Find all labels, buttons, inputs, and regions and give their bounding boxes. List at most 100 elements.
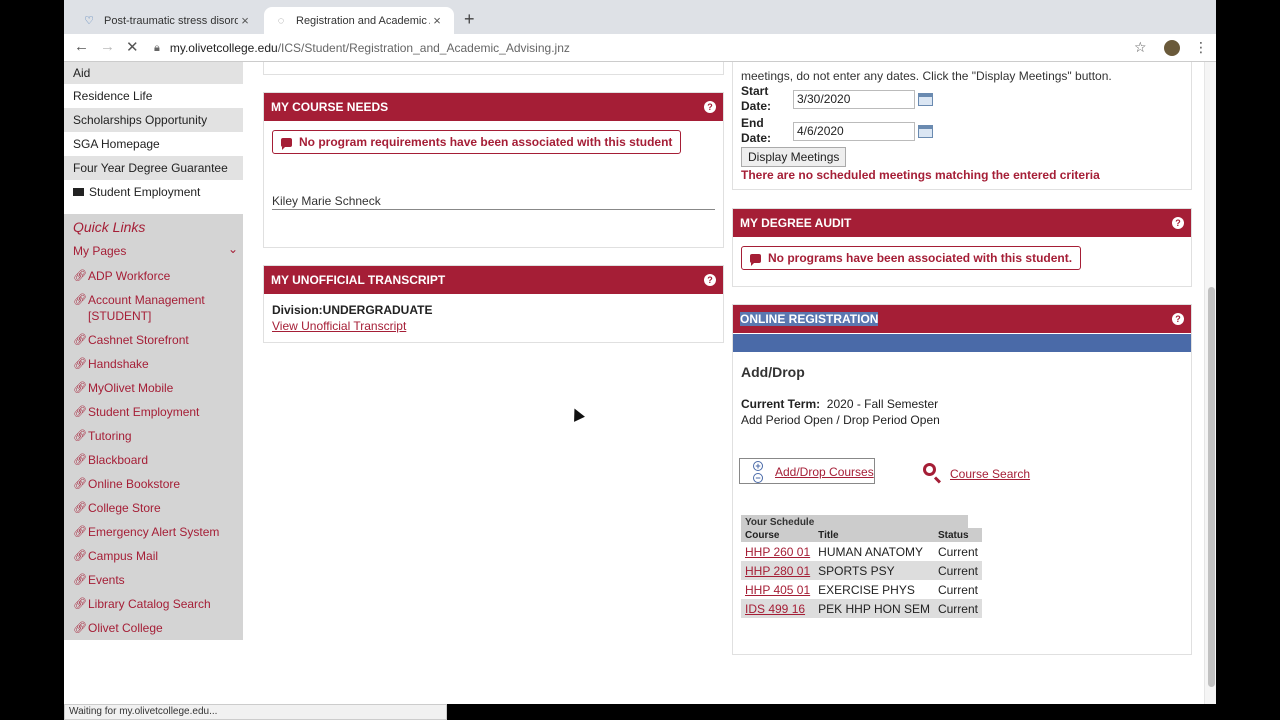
bookmark-star-icon[interactable]: ☆ xyxy=(1134,39,1147,56)
degree-audit-alert: No programs have been associated with th… xyxy=(741,246,1082,270)
sidebar-item-label: Four Year Degree Guarantee xyxy=(73,161,228,175)
browser-menu-icon[interactable]: ⋮ xyxy=(1194,39,1208,56)
end-date-input[interactable]: 4/6/2020 xyxy=(793,122,915,141)
transcript-panel: MY UNOFFICIAL TRANSCRIPT ? Division:UNDE… xyxy=(263,265,724,343)
quick-link-cashnet[interactable]: 🔗︎Cashnet Storefront xyxy=(73,332,238,348)
quick-link-emergency-alert[interactable]: 🔗︎Emergency Alert System xyxy=(73,524,238,540)
profile-avatar[interactable] xyxy=(1164,40,1180,56)
schedule-title: Your Schedule xyxy=(745,517,815,528)
course-needs-panel: MY COURSE NEEDS ? No program requirement… xyxy=(263,92,724,248)
quick-link-tutoring[interactable]: 🔗︎Tutoring xyxy=(73,428,238,444)
quick-link-account-management[interactable]: 🔗︎Account Management [STUDENT] xyxy=(73,292,238,324)
sidebar-item-aid[interactable]: Aid xyxy=(64,62,243,84)
quick-link-olivet-college[interactable]: 🔗︎Olivet College xyxy=(73,620,238,636)
course-status: Current xyxy=(937,544,978,559)
new-tab-plus-icon[interactable]: + xyxy=(464,9,475,30)
current-term-row: Current Term: 2020 - Fall Semester xyxy=(741,397,938,411)
quick-link-label: Emergency Alert System xyxy=(88,525,220,539)
schedule-table: Your Schedule Course Title Status HHP 26… xyxy=(741,515,982,618)
link-icon: 🔗︎ xyxy=(73,502,87,514)
start-date-label: Start Date: xyxy=(741,84,772,113)
quick-link-student-employment[interactable]: 🔗︎Student Employment xyxy=(73,404,238,420)
quick-link-campus-mail[interactable]: 🔗︎Campus Mail xyxy=(73,548,238,564)
quick-link-online-bookstore[interactable]: 🔗︎Online Bookstore xyxy=(73,476,238,492)
sidebar-item-residence-life[interactable]: Residence Life xyxy=(64,84,243,108)
add-drop-courses-link[interactable]: Add/Drop Courses xyxy=(775,465,874,479)
tab-title: Registration and Academic Adv xyxy=(296,14,430,27)
course-search-link[interactable]: Course Search xyxy=(950,467,1030,481)
browser-tab-ptsd[interactable]: ♡ Post-traumatic stress disorder × xyxy=(72,7,262,34)
close-tab-icon[interactable]: × xyxy=(430,13,444,28)
current-term-label: Current Term: xyxy=(741,397,821,411)
loading-spinner-icon: ◌ xyxy=(277,14,285,27)
quick-link-blackboard[interactable]: 🔗︎Blackboard xyxy=(73,452,238,468)
panel-title: MY DEGREE AUDIT xyxy=(740,216,852,230)
page-scrollbar[interactable] xyxy=(1204,62,1216,704)
my-pages-label: My Pages xyxy=(73,244,127,258)
search-icon[interactable] xyxy=(921,461,945,485)
quick-links-title: Quick Links xyxy=(73,219,146,235)
course-title: SPORTS PSY xyxy=(818,563,895,578)
chevron-down-icon[interactable]: ⌄ xyxy=(228,242,238,256)
tab-title: Post-traumatic stress disorder xyxy=(104,14,238,27)
quick-link-college-store[interactable]: 🔗︎College Store xyxy=(73,500,238,516)
start-date-input[interactable]: 3/30/2020 xyxy=(793,90,915,109)
course-link[interactable]: HHP 280 01 xyxy=(745,564,810,578)
sidebar-item-scholarships[interactable]: Scholarships Opportunity xyxy=(64,108,243,132)
quick-link-myolivet-mobile[interactable]: 🔗︎MyOlivet Mobile xyxy=(73,380,238,396)
help-icon[interactable]: ? xyxy=(1172,217,1184,229)
address-bar[interactable]: 🔒︎ my.olivetcollege.edu/ICS/Student/Regi… xyxy=(154,38,1144,58)
schedule-header-row: Course Title Status xyxy=(741,528,982,542)
column-header: Course xyxy=(745,529,780,541)
table-row: HHP 405 01 EXERCISE PHYS Current xyxy=(741,580,982,599)
help-icon[interactable]: ? xyxy=(1172,313,1184,325)
link-icon: 🔗︎ xyxy=(73,270,87,282)
quick-link-label: Cashnet Storefront xyxy=(88,333,189,347)
sidebar-divider xyxy=(64,204,243,214)
calendar-icon[interactable] xyxy=(918,93,933,106)
calendar-icon[interactable] xyxy=(918,125,933,138)
display-meetings-button[interactable]: Display Meetings xyxy=(741,147,847,167)
link-icon: 🔗︎ xyxy=(73,550,87,562)
sidebar-item-label: Aid xyxy=(73,66,91,80)
forward-arrow-icon[interactable]: → xyxy=(100,38,115,55)
view-transcript-link[interactable]: View Unofficial Transcript xyxy=(272,319,406,333)
link-icon: 🔗︎ xyxy=(73,358,87,370)
link-icon: 🔗︎ xyxy=(73,430,87,442)
column-header: Status xyxy=(937,529,969,541)
alert-text: No programs have been associated with th… xyxy=(768,251,1073,265)
column-header: Title xyxy=(818,529,839,541)
quick-link-adp-workforce[interactable]: 🔗︎ADP Workforce xyxy=(73,268,238,284)
quick-link-label: Campus Mail xyxy=(88,549,159,563)
message-icon xyxy=(281,137,292,150)
stop-loading-icon[interactable]: ✕ xyxy=(126,38,139,56)
course-link[interactable]: HHP 405 01 xyxy=(745,583,810,597)
course-link[interactable]: HHP 260 01 xyxy=(745,545,810,559)
folder-icon xyxy=(73,188,84,196)
quick-link-label: Library Catalog Search xyxy=(88,597,211,611)
my-pages-toggle[interactable]: My Pages ⌄ xyxy=(73,242,238,258)
link-icon: 🔗︎ xyxy=(73,622,87,634)
back-arrow-icon[interactable]: ← xyxy=(74,38,89,55)
help-icon[interactable]: ? xyxy=(704,274,716,286)
table-row: IDS 499 16 PEK HHP HON SEM Current xyxy=(741,599,982,618)
close-tab-icon[interactable]: × xyxy=(238,13,252,28)
quick-link-events[interactable]: 🔗︎Events xyxy=(73,572,238,588)
sidebar-item-student-employment[interactable]: Student Employment xyxy=(64,180,243,204)
quick-link-label: College Store xyxy=(88,501,161,515)
browser-chrome: ♡ Post-traumatic stress disorder × ◌ Reg… xyxy=(64,0,1216,62)
quick-link-library-catalog[interactable]: 🔗︎Library Catalog Search xyxy=(73,596,238,612)
course-link[interactable]: IDS 499 16 xyxy=(745,602,805,616)
add-drop-courses-button[interactable]: + − Add/Drop Courses xyxy=(739,458,875,484)
link-icon: 🔗︎ xyxy=(73,294,87,306)
sidebar-item-sga-homepage[interactable]: SGA Homepage xyxy=(64,132,243,156)
heart-favicon-icon: ♡ xyxy=(84,15,94,27)
scrollbar-thumb[interactable] xyxy=(1208,287,1215,687)
transcript-header: MY UNOFFICIAL TRANSCRIPT ? xyxy=(264,266,723,294)
quick-link-handshake[interactable]: 🔗︎Handshake xyxy=(73,356,238,372)
link-icon: 🔗︎ xyxy=(73,334,87,346)
browser-tab-registration[interactable]: ◌ Registration and Academic Adv × xyxy=(264,7,454,34)
help-icon[interactable]: ? xyxy=(704,101,716,113)
quick-link-label: Blackboard xyxy=(88,453,149,467)
sidebar-item-four-year-guarantee[interactable]: Four Year Degree Guarantee xyxy=(64,156,243,180)
